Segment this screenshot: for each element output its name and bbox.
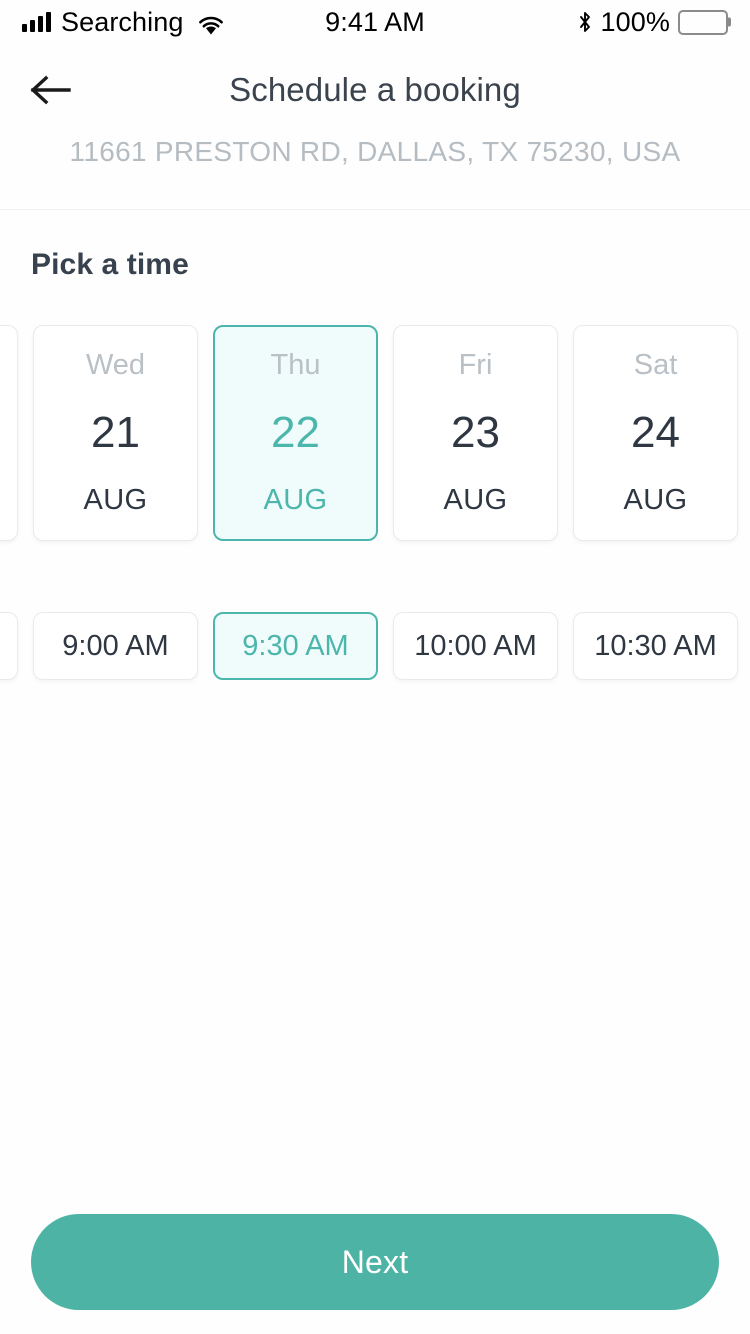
arrow-left-icon: [29, 72, 71, 108]
address-subtitle: 11661 PRESTON RD, DALLAS, TX 75230, USA: [69, 136, 681, 167]
main-content: Pick a time Tue 20 AUG Wed 21 AUG Thu 22…: [0, 210, 750, 1334]
time-chip-selected[interactable]: 9:30 AM: [213, 612, 378, 680]
date-card[interactable]: Tue 20 AUG: [0, 325, 18, 541]
date-card-dayofweek: Thu: [270, 349, 321, 381]
date-card[interactable]: Sat 24 AUG: [573, 325, 738, 541]
date-card-dayofweek: Wed: [85, 349, 146, 381]
back-button[interactable]: [22, 62, 78, 118]
date-card[interactable]: Fri 23 AUG: [393, 325, 558, 541]
time-chip[interactable]: 8:30 AM: [0, 612, 18, 680]
date-card-daynumber: 24: [631, 408, 680, 457]
date-card-dayofweek: Sat: [633, 349, 678, 381]
signal-bars-icon: [22, 12, 51, 32]
next-button[interactable]: Next: [31, 1214, 719, 1310]
status-bar: Searching 9:41 AM 100%: [0, 0, 750, 44]
date-card-month: AUG: [83, 484, 148, 516]
date-card-month: AUG: [263, 484, 328, 516]
date-card-daynumber: 21: [91, 408, 140, 457]
bluetooth-icon: [577, 10, 593, 34]
footer-bar: Next: [0, 1190, 750, 1334]
date-card-list: Tue 20 AUG Wed 21 AUG Thu 22 AUG Fri 23: [0, 325, 738, 541]
wifi-icon: [197, 12, 225, 34]
status-bar-left: Searching: [22, 6, 225, 37]
date-card-daynumber: 23: [451, 408, 500, 457]
carrier-label: Searching: [61, 6, 184, 37]
time-chip-list: 8:30 AM 9:00 AM 9:30 AM 10:00 AM 10:30 A…: [0, 612, 750, 680]
battery-percent-label: 100%: [600, 6, 670, 37]
time-picker-scroller[interactable]: 8:30 AM 9:00 AM 9:30 AM 10:00 AM 10:30 A…: [0, 612, 750, 702]
page-title: Schedule a booking: [229, 71, 521, 108]
time-chip[interactable]: 10:30 AM: [573, 612, 738, 680]
status-bar-right: 100%: [577, 7, 728, 38]
date-card[interactable]: Wed 21 AUG: [33, 325, 198, 541]
battery-full-icon: [678, 9, 728, 35]
date-card-dayofweek: Fri: [458, 349, 493, 381]
time-chip[interactable]: 9:00 AM: [33, 612, 198, 680]
date-card-month: AUG: [443, 484, 508, 516]
page-header: Schedule a booking 11661 PRESTON RD, DAL…: [0, 44, 750, 210]
section-heading: Pick a time: [31, 248, 189, 281]
date-picker-scroller[interactable]: Tue 20 AUG Wed 21 AUG Thu 22 AUG Fri 23: [0, 325, 750, 555]
date-card-month: AUG: [623, 484, 688, 516]
date-card-selected[interactable]: Thu 22 AUG: [213, 325, 378, 541]
app-screen: Searching 9:41 AM 100% Schedule a bookin…: [0, 0, 750, 1334]
date-card-daynumber: 22: [271, 408, 320, 457]
time-chip[interactable]: 10:00 AM: [393, 612, 558, 680]
